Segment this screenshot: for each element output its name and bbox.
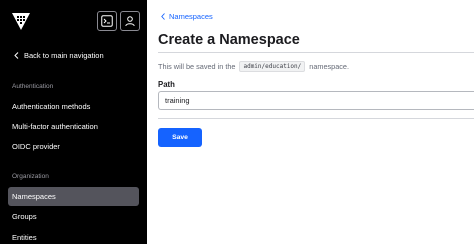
path-label: Path [158,80,175,89]
chevron-left-icon [161,13,165,20]
console-button[interactable] [97,11,117,31]
user-icon [125,16,135,27]
description-prefix: This will be saved in the [158,62,236,71]
description-suffix: namespace. [309,62,350,71]
section-title-organization: Organization [12,173,49,180]
sidebar-item-oidc-provider[interactable]: OIDC provider [12,142,60,151]
chevron-left-icon [14,52,19,59]
user-menu-button[interactable] [120,11,140,31]
namespace-path-chip: admin/education/ [239,61,306,72]
main-content: Namespaces Create a Namespace This will … [147,0,474,244]
section-title-authentication: Authentication [12,83,54,90]
path-input[interactable] [158,91,474,110]
sidebar: Back to main navigation Authentication A… [0,0,147,244]
sidebar-item-groups[interactable]: Groups [12,212,37,221]
breadcrumb-label: Namespaces [169,12,213,21]
sidebar-item-namespaces[interactable]: Namespaces [8,187,139,206]
sidebar-item-authentication-methods[interactable]: Authentication methods [12,102,90,111]
sidebar-item-mfa[interactable]: Multi-factor authentication [12,122,98,131]
sidebar-item-label: Namespaces [12,192,56,201]
namespace-description: This will be saved in the admin/educatio… [158,61,349,72]
vault-logo-icon[interactable] [11,11,31,31]
terminal-icon [101,15,113,27]
back-to-main-nav-link[interactable]: Back to main navigation [14,51,104,60]
breadcrumb[interactable]: Namespaces [161,12,213,21]
save-button[interactable]: Save [158,128,202,147]
back-link-label: Back to main navigation [24,51,104,60]
page-title: Create a Namespace [158,32,300,48]
divider [158,118,474,119]
divider [158,52,474,53]
sidebar-item-entities[interactable]: Entities [12,233,37,242]
